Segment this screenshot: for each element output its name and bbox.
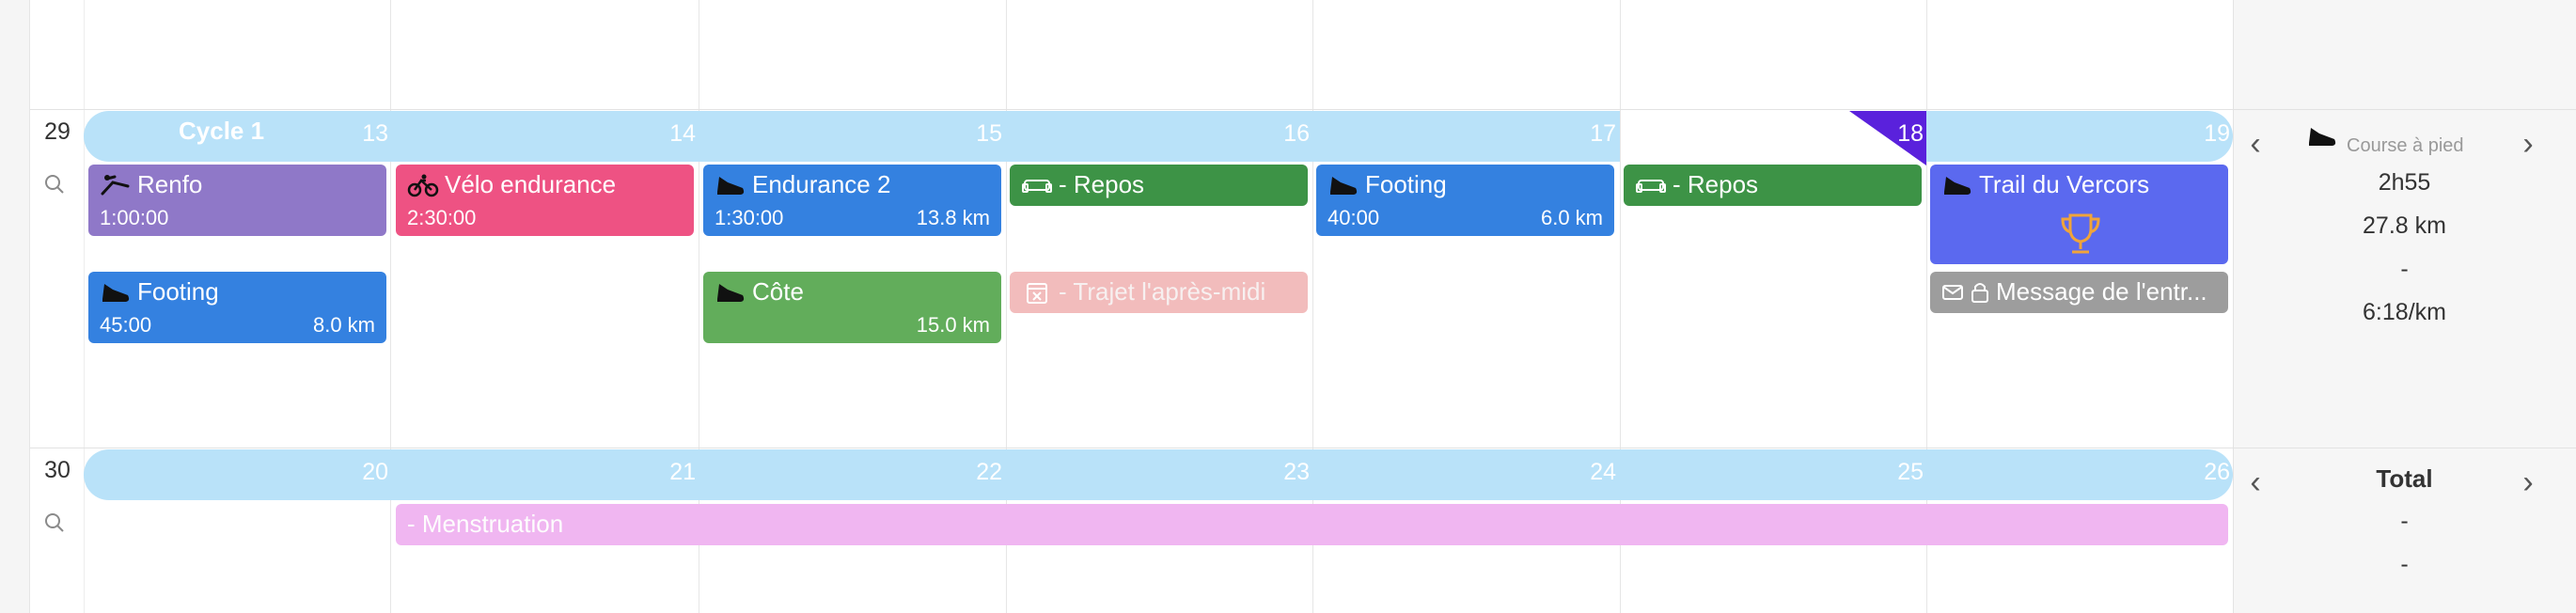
event-title: Renfo [137,170,203,198]
event-cote[interactable]: Côte 15.0 km [703,272,1001,343]
week-number: 30 [44,457,71,483]
search-icon[interactable] [43,173,66,196]
day-number: 19 [2204,120,2230,147]
day-number: 16 [1283,120,1310,147]
event-title: Message de l'entr... [1996,277,2207,306]
summary-value: - [2400,508,2409,534]
day-number: 17 [1590,120,1616,147]
event-distance: 6.0 km [1540,206,1603,229]
event-velo[interactable]: Vélo endurance 2:30:00 [396,165,694,236]
event-title: - Repos [1059,170,1145,198]
shoe-icon [715,280,746,305]
day-number: 20 [362,459,388,485]
shoe-icon [100,280,132,305]
week-divider [30,109,2576,110]
shoe-icon [1941,173,1973,197]
event-renfo[interactable]: Renfo 1:00:00 [88,165,386,236]
sofa-icon [1635,173,1667,197]
calendar-view: 29 Cycle 1 13 14 15 16 17 18 19 Renfo 1:… [0,0,2576,613]
day-number: 21 [669,459,696,485]
event-footing-friday[interactable]: Footing 40:00 6.0 km [1316,165,1614,236]
event-duration: 2:30:00 [407,206,477,229]
sofa-icon [1021,173,1053,197]
summary-time: 2h55 [2378,169,2431,196]
shoe-icon [1327,173,1359,197]
chevron-right-icon[interactable]: › [2514,126,2542,163]
event-trail-du-vercors[interactable]: Trail du Vercors [1930,165,2228,264]
mail-icon [1941,280,1964,305]
shoe-icon [2305,124,2339,149]
event-repos-saturday[interactable]: - Repos [1624,165,1922,206]
shoe-icon [715,173,746,197]
event-title: Vélo endurance [445,170,617,198]
summary-title: Total [2376,464,2433,493]
day-number: 25 [1897,459,1924,485]
event-duration: 1:00:00 [100,206,169,229]
left-gutter [0,0,30,613]
day-number: 24 [1590,459,1616,485]
day-number: 23 [1283,459,1310,485]
chevron-left-icon[interactable]: ‹ [2241,126,2270,163]
day-number-today: 18 [1897,120,1924,147]
event-title: - Menstruation [407,510,564,538]
event-title: Footing [1365,170,1447,198]
event-trajet[interactable]: - Trajet l'après-midi [1010,272,1308,313]
calendar-x-icon [1021,280,1053,305]
strength-icon [100,173,132,197]
day-divider [390,0,391,613]
phase-band [84,111,1620,162]
event-title: Trail du Vercors [1979,170,2150,198]
cycle-label: Cycle 1 [179,117,265,145]
lock-icon [1970,280,1990,305]
event-title: Côte [752,277,804,306]
summary-value: - [2400,551,2409,577]
summary-pace: 6:18/km [2363,299,2446,325]
trophy-icon [2056,210,2105,259]
summary-distance: 27.8 km [2363,212,2446,239]
event-endurance-2[interactable]: Endurance 2 1:30:00 13.8 km [703,165,1001,236]
search-icon[interactable] [43,511,66,534]
day-number: 22 [976,459,1002,485]
day-number: 13 [362,120,388,147]
week-number: 29 [44,118,71,145]
day-number: 15 [976,120,1002,147]
event-distance: 15.0 km [916,313,990,337]
event-message[interactable]: Message de l'entr... [1930,272,2228,313]
event-title: - Repos [1673,170,1759,198]
event-duration: 45:00 [100,313,152,337]
event-distance: 13.8 km [916,206,990,229]
event-footing-monday[interactable]: Footing 45:00 8.0 km [88,272,386,343]
summary-sport: Course à pied [2347,135,2464,156]
day-number: 26 [2204,459,2230,485]
summary-elevation: - [2400,256,2409,282]
event-title: Endurance 2 [752,170,891,198]
event-distance: 8.0 km [312,313,375,337]
event-duration: 40:00 [1327,206,1380,229]
day-number: 14 [669,120,696,147]
event-menstruation[interactable]: - Menstruation [396,504,2228,545]
event-title: - Trajet l'après-midi [1059,277,1266,306]
bike-icon [407,173,439,197]
event-title: Footing [137,277,219,306]
event-repos-thursday[interactable]: - Repos [1010,165,1308,206]
event-duration: 1:30:00 [715,206,784,229]
